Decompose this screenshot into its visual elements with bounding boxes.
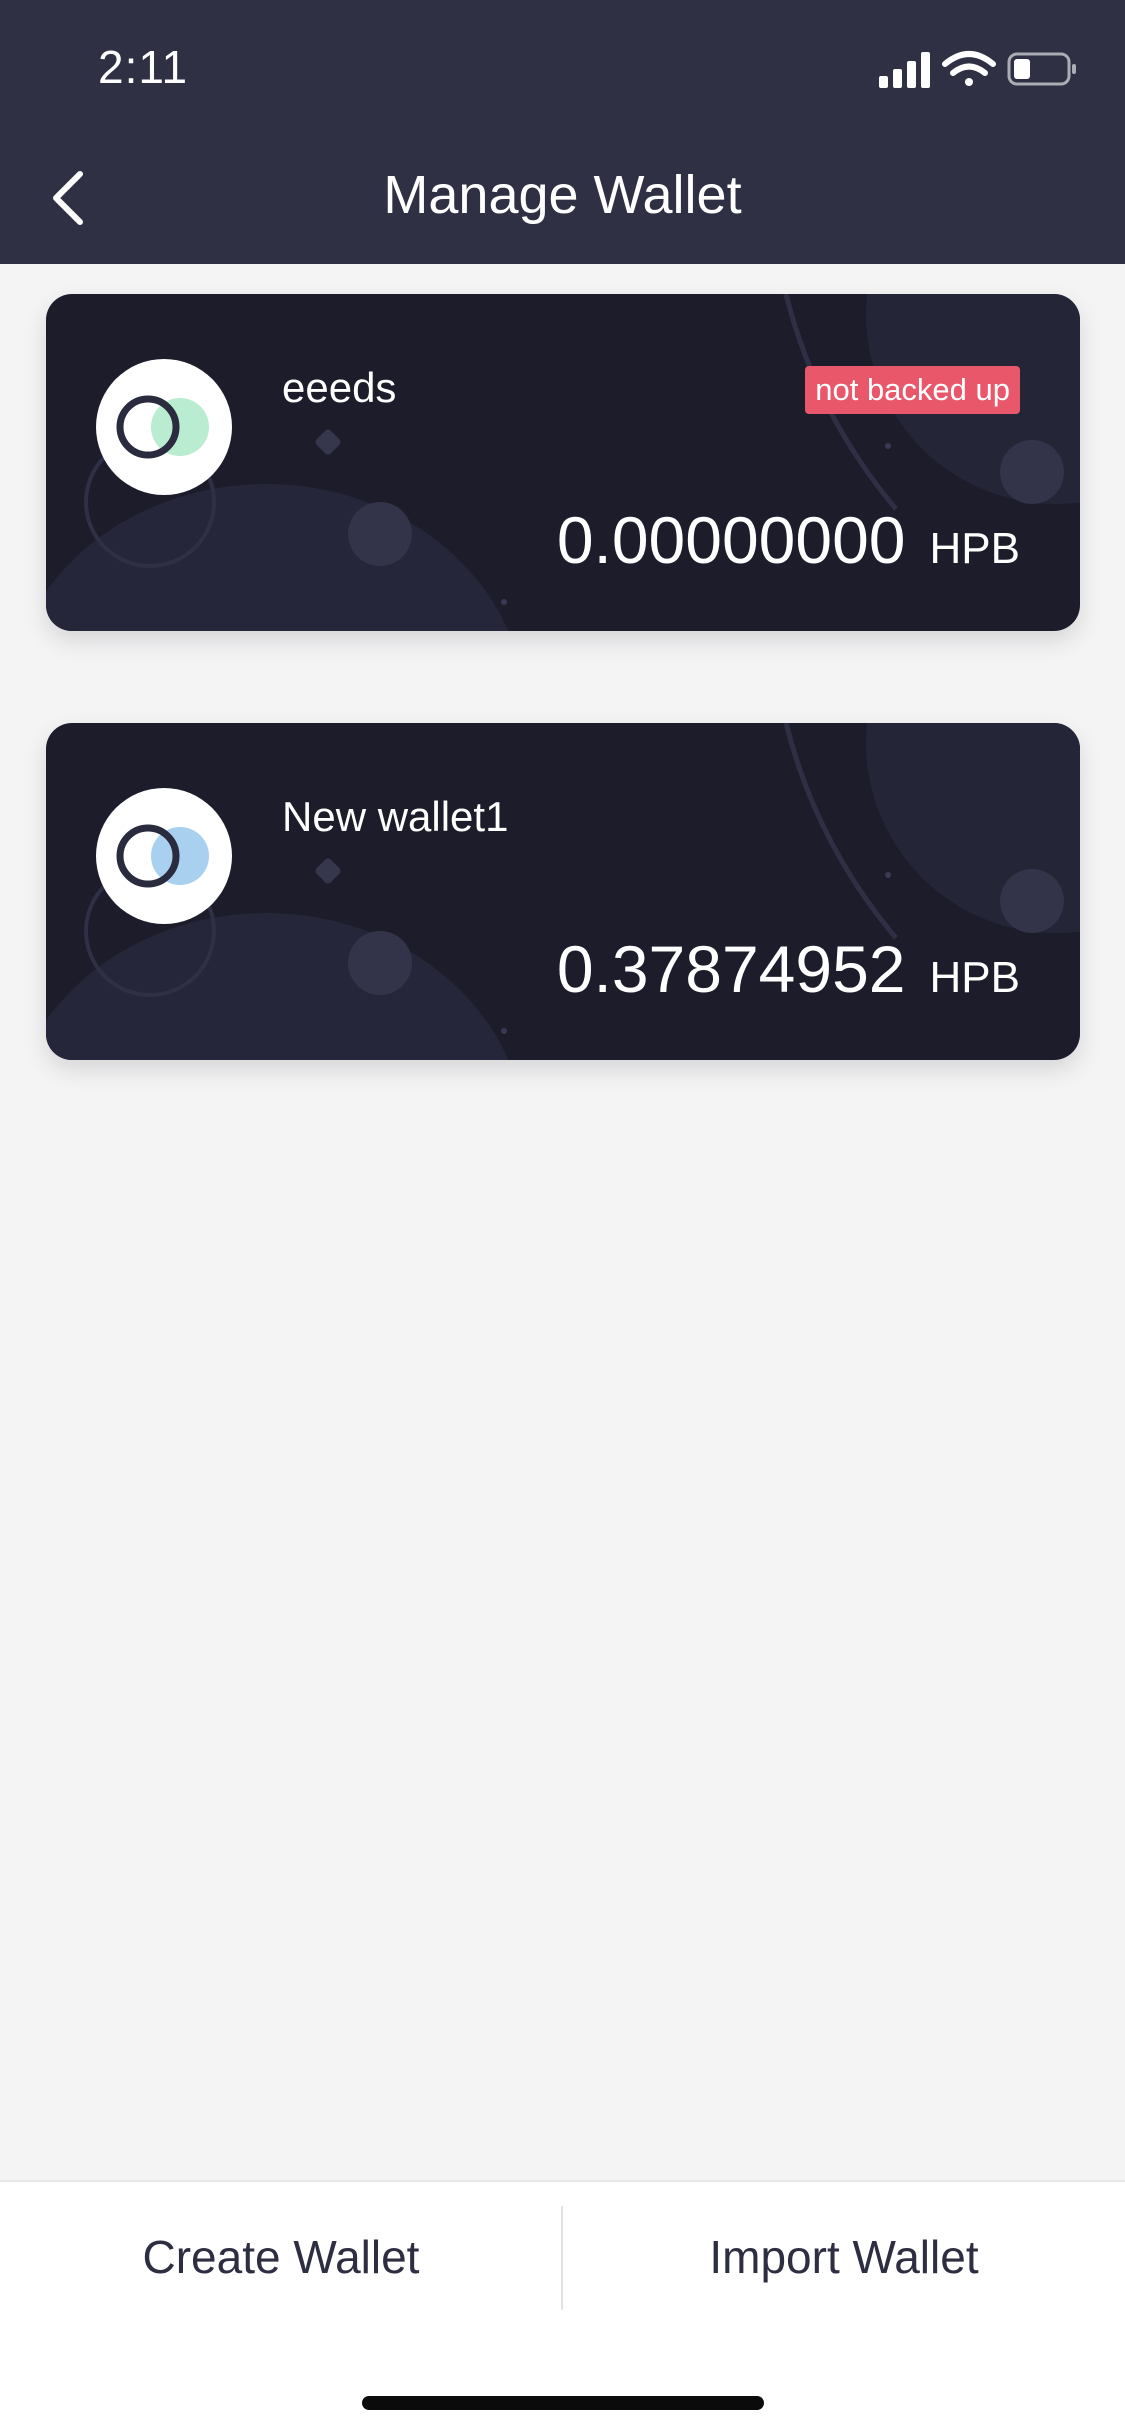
wallet-logo-icon [116,824,209,888]
wallet-logo-icon [116,395,209,459]
header: 2:11 Manage Wallet [0,0,1125,264]
wallet-avatar [96,788,232,924]
signal-icon [879,52,930,88]
balance-row: 0.00000000 HPB [557,502,1020,578]
wallet-card-new-wallet1[interactable]: New wallet1 0.37874952 HPB [46,723,1080,1060]
page-title: Manage Wallet [383,165,742,225]
wallet-balance: 0.00000000 [556,503,906,577]
wallet-name: eeeds [282,364,397,411]
wallet-list: eeeds not backed up 0.00000000 HPB New w… [46,294,1080,1152]
status-icons [879,51,1076,88]
status-time: 2:11 [98,41,189,93]
home-indicator[interactable] [362,2396,764,2410]
backup-status-badge: not backed up [805,366,1020,414]
wallet-unit: HPB [929,524,1020,573]
wallet-name: New wallet1 [282,793,509,840]
wallet-balance: 0.37874952 [556,932,906,1006]
wallet-avatar [96,359,232,495]
wifi-icon [942,51,996,86]
manage-wallet-screen: 2:11 Manage Wallet eeeds not backed up 0… [0,0,1125,2436]
battery-icon [1007,52,1076,86]
wallet-card-eeeds[interactable]: eeeds not backed up 0.00000000 HPB [46,294,1080,631]
balance-row: 0.37874952 HPB [557,931,1020,1007]
create-wallet-button[interactable]: Create Wallet [0,2182,562,2332]
import-wallet-button[interactable]: Import Wallet [563,2182,1125,2332]
wallet-unit: HPB [929,953,1020,1002]
